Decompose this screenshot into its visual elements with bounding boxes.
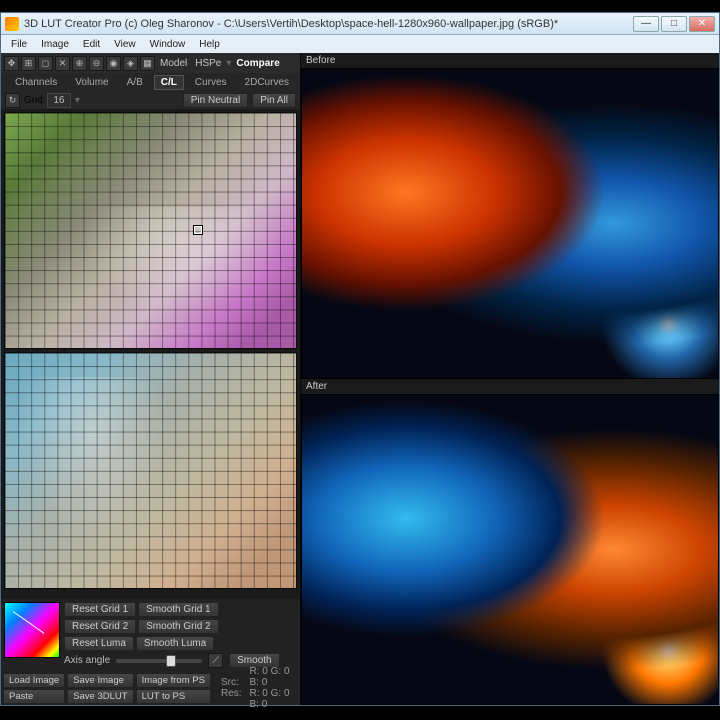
menu-help[interactable]: Help — [193, 38, 226, 51]
after-preview[interactable] — [301, 394, 719, 705]
tool-toolbar: ✥ ⊞ ◻ ✕ ⊕ ⊖ ◉ ◈ ▦ Model HSPe ▾ Compare — [1, 53, 300, 73]
footer-bar: Load Image Paste Save Image Save 3DLUT I… — [1, 671, 300, 705]
tool-grid-icon[interactable]: ▦ — [140, 56, 155, 71]
grid-label: Grid — [24, 95, 43, 106]
reset-grid2-button[interactable]: Reset Grid 2 — [64, 619, 136, 634]
axis-angle-slider[interactable] — [116, 659, 202, 663]
tab-ab[interactable]: A/B — [120, 75, 150, 90]
preview-panel: Before After — [301, 53, 719, 705]
info-readout: Src: Res: R: 0 G: 0 B: 0 R: 0 G: 0 B: 0 — [213, 673, 298, 703]
tool-zoom-out-icon[interactable]: ⊖ — [89, 56, 104, 71]
before-preview[interactable] — [301, 68, 719, 379]
grid-control-bar: ↻ Grid 16 ▾ Pin Neutral Pin All — [1, 91, 300, 109]
tab-cl[interactable]: C/L — [154, 75, 184, 90]
tool-hand-icon[interactable]: ✥ — [4, 56, 19, 71]
left-panel: ✥ ⊞ ◻ ✕ ⊕ ⊖ ◉ ◈ ▦ Model HSPe ▾ Compare C… — [1, 53, 301, 705]
pin-neutral-button[interactable]: Pin Neutral — [183, 93, 248, 108]
before-label: Before — [301, 53, 719, 68]
app-window: 3D LUT Creator Pro (c) Oleg Sharonov - C… — [0, 12, 720, 706]
maximize-button[interactable]: □ — [661, 16, 687, 32]
tab-volume[interactable]: Volume — [68, 75, 115, 90]
angle-tool-icon[interactable]: ⟋ — [208, 653, 223, 668]
save-3dlut-button[interactable]: Save 3DLUT — [67, 689, 133, 704]
save-image-button[interactable]: Save Image — [67, 673, 133, 688]
menu-file[interactable]: File — [5, 38, 33, 51]
compare-button[interactable]: Compare — [233, 58, 282, 69]
color-preview-swatch[interactable] — [4, 602, 60, 658]
close-button[interactable]: ✕ — [689, 16, 715, 32]
grid-workspace — [1, 109, 300, 599]
grid-size-value[interactable]: 16 — [47, 93, 71, 108]
app-icon — [5, 17, 19, 31]
minimize-button[interactable]: — — [633, 16, 659, 32]
reset-icon[interactable]: ↻ — [5, 93, 20, 108]
menubar: File Image Edit View Window Help — [1, 35, 719, 53]
lut-to-ps-button[interactable]: LUT to PS — [136, 689, 211, 704]
tool-select-icon[interactable]: ◻ — [38, 56, 53, 71]
tool-move-icon[interactable]: ⊞ — [21, 56, 36, 71]
menu-window[interactable]: Window — [144, 38, 192, 51]
window-title: 3D LUT Creator Pro (c) Oleg Sharonov - C… — [24, 18, 633, 30]
load-image-button[interactable]: Load Image — [3, 673, 65, 688]
grid-marker[interactable] — [194, 226, 202, 234]
tool-rotate-icon[interactable]: ◉ — [106, 56, 121, 71]
tool-picker-icon[interactable]: ◈ — [123, 56, 138, 71]
model-label: Model — [157, 58, 190, 69]
smooth-grid2-button[interactable]: Smooth Grid 2 — [138, 619, 218, 634]
pin-all-button[interactable]: Pin All — [252, 93, 296, 108]
reset-grid1-button[interactable]: Reset Grid 1 — [64, 602, 136, 617]
slider-thumb[interactable] — [166, 655, 176, 667]
menu-view[interactable]: View — [108, 38, 142, 51]
color-grid-2[interactable] — [4, 352, 297, 589]
smooth-grid1-button[interactable]: Smooth Grid 1 — [138, 602, 218, 617]
tab-curves[interactable]: Curves — [188, 75, 234, 90]
tab-channels[interactable]: Channels — [8, 75, 64, 90]
axis-angle-label: Axis angle — [64, 655, 110, 666]
after-label: After — [301, 379, 719, 394]
menu-edit[interactable]: Edit — [77, 38, 106, 51]
grid-buttons-panel: Reset Grid 1 Smooth Grid 1 Reset Grid 2 … — [1, 599, 300, 671]
color-grid-1[interactable] — [4, 112, 297, 349]
tab-2dcurves[interactable]: 2DCurves — [238, 75, 296, 90]
content-area: ✥ ⊞ ◻ ✕ ⊕ ⊖ ◉ ◈ ▦ Model HSPe ▾ Compare C… — [1, 53, 719, 705]
image-from-ps-button[interactable]: Image from PS — [136, 673, 211, 688]
smooth-luma-button[interactable]: Smooth Luma — [136, 636, 214, 651]
titlebar[interactable]: 3D LUT Creator Pro (c) Oleg Sharonov - C… — [1, 13, 719, 35]
reset-luma-button[interactable]: Reset Luma — [64, 636, 134, 651]
tool-cross-icon[interactable]: ✕ — [55, 56, 70, 71]
menu-image[interactable]: Image — [35, 38, 75, 51]
tool-zoom-in-icon[interactable]: ⊕ — [72, 56, 87, 71]
tab-bar: Channels Volume A/B C/L Curves 2DCurves … — [1, 73, 300, 91]
paste-button[interactable]: Paste — [3, 689, 65, 704]
hspe-label[interactable]: HSPe — [192, 58, 224, 69]
